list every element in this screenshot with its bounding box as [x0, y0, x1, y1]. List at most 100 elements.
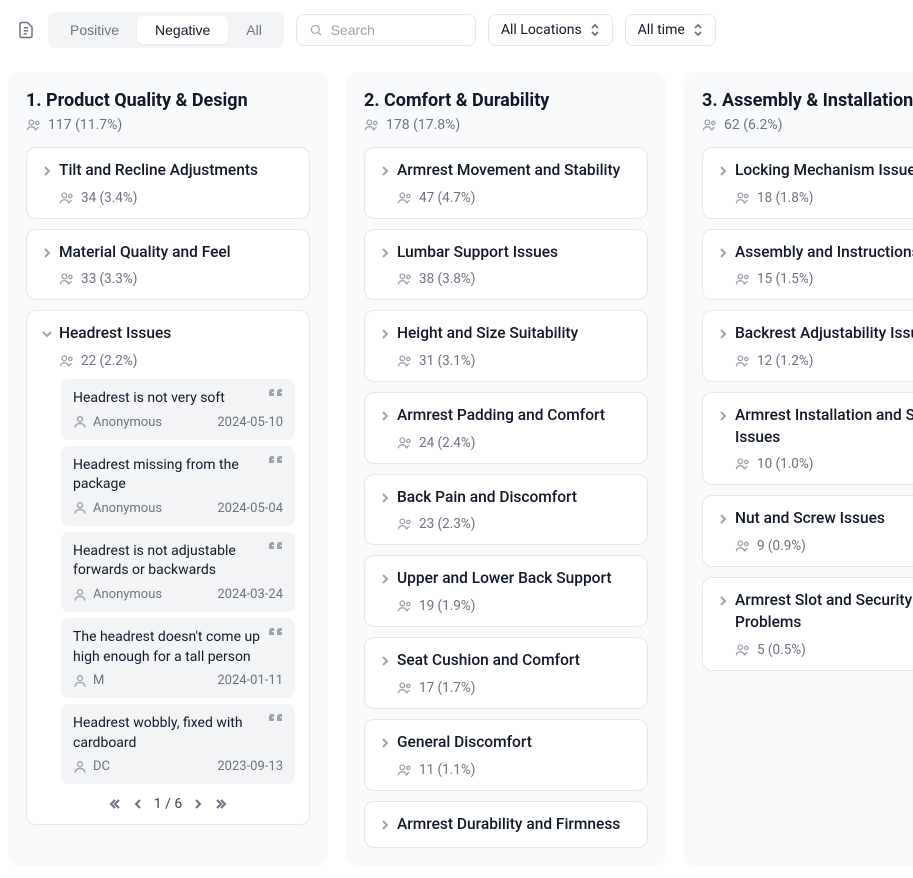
chevron-right-icon — [379, 410, 391, 422]
column-assembly-installation: 3. Assembly & Installation 62 (6.2%) Loc… — [684, 72, 913, 866]
topic-card[interactable]: Tilt and Recline Adjustments 34 (3.4%) — [26, 147, 310, 219]
topic-card[interactable]: Armrest Installation and Stability Issue… — [702, 392, 913, 485]
topic-stats: 19 (1.9%) — [397, 598, 633, 614]
chevron-right-icon — [379, 247, 391, 259]
feedback-item[interactable]: Headrest missing from the package Anonym… — [61, 446, 295, 526]
column-comfort-durability: 2. Comfort & Durability 178 (17.8%) Armr… — [346, 72, 666, 866]
people-icon — [397, 272, 413, 286]
tab-all[interactable]: All — [228, 16, 280, 44]
person-icon — [73, 674, 87, 688]
feedback-date: 2024-05-10 — [217, 415, 283, 430]
topic-title: Armrest Movement and Stability — [397, 160, 633, 182]
feedback-author: Anonymous — [73, 587, 162, 602]
topic-stats: 11 (1.1%) — [397, 762, 633, 778]
people-icon — [397, 517, 413, 531]
people-icon — [397, 354, 413, 368]
card-list: Locking Mechanism Issues 18 (1.8%) Assem… — [702, 147, 913, 671]
search-icon — [309, 22, 323, 38]
people-icon — [397, 599, 413, 613]
search-input[interactable] — [331, 22, 463, 38]
quote-icon — [269, 389, 283, 401]
topic-card[interactable]: Nut and Screw Issues 9 (0.9%) — [702, 495, 913, 567]
quote-icon — [269, 628, 283, 640]
columns-container: 1. Product Quality & Design 117 (11.7%) … — [8, 72, 905, 866]
topic-card-expanded[interactable]: Headrest Issues 22 (2.2%) Headrest is no… — [26, 310, 310, 825]
feedback-item[interactable]: Headrest is not very soft Anonymous 2024… — [61, 379, 295, 440]
person-icon — [73, 588, 87, 602]
quote-icon — [269, 542, 283, 554]
quote-icon — [269, 456, 283, 468]
topic-title: Locking Mechanism Issues — [735, 160, 913, 182]
chevron-right-icon — [379, 819, 391, 831]
topic-card[interactable]: Locking Mechanism Issues 18 (1.8%) — [702, 147, 913, 219]
topic-title: Material Quality and Feel — [59, 242, 295, 264]
feedback-item[interactable]: Headrest is not adjustable forwards or b… — [61, 532, 295, 612]
tab-negative[interactable]: Negative — [137, 16, 228, 44]
people-icon — [364, 118, 380, 132]
chevron-right-icon — [379, 573, 391, 585]
topic-card[interactable]: Assembly and Instructions 15 (1.5%) — [702, 229, 913, 301]
location-dropdown[interactable]: All Locations — [488, 14, 613, 46]
topic-card[interactable]: General Discomfort 11 (1.1%) — [364, 719, 648, 791]
people-icon — [26, 118, 42, 132]
people-icon — [397, 191, 413, 205]
tab-positive[interactable]: Positive — [52, 16, 137, 44]
feedback-text: Headrest is not adjustable forwards or b… — [73, 542, 261, 581]
topic-stats: 15 (1.5%) — [735, 271, 913, 287]
people-icon — [735, 272, 751, 286]
topic-card[interactable]: Height and Size Suitability 31 (3.1%) — [364, 310, 648, 382]
topic-stats: 33 (3.3%) — [59, 271, 295, 287]
page-first-button[interactable] — [108, 797, 122, 811]
people-icon — [702, 118, 718, 132]
topic-card[interactable]: Upper and Lower Back Support 19 (1.9%) — [364, 555, 648, 627]
feedback-date: 2024-05-04 — [217, 501, 283, 516]
topic-card[interactable]: Back Pain and Discomfort 23 (2.3%) — [364, 474, 648, 546]
chevron-updown-icon — [693, 23, 703, 37]
topic-card[interactable]: Armrest Slot and Security Problems 5 (0.… — [702, 577, 913, 670]
column-stats: 117 (11.7%) — [26, 117, 310, 133]
chevron-right-icon — [379, 492, 391, 504]
people-icon — [735, 191, 751, 205]
people-icon — [735, 539, 751, 553]
time-dropdown[interactable]: All time — [625, 14, 716, 46]
sentiment-tabs: Positive Negative All — [48, 12, 284, 48]
card-list: Armrest Movement and Stability 47 (4.7%)… — [364, 147, 648, 848]
chevrons-right-icon — [214, 797, 228, 811]
topic-card[interactable]: Armrest Padding and Comfort 24 (2.4%) — [364, 392, 648, 464]
feedback-author: Anonymous — [73, 501, 162, 516]
chevron-right-icon — [379, 737, 391, 749]
topic-title: Armrest Durability and Firmness — [397, 814, 633, 836]
topic-stats: 9 (0.9%) — [735, 538, 913, 554]
topic-card[interactable]: Backrest Adjustability Issues 12 (1.2%) — [702, 310, 913, 382]
page-indicator: 1 / 6 — [154, 796, 182, 812]
feedback-author: Anonymous — [73, 415, 162, 430]
feedback-item[interactable]: The headrest doesn't come up high enough… — [61, 618, 295, 698]
topic-card[interactable]: Material Quality and Feel 33 (3.3%) — [26, 229, 310, 301]
page-next-button[interactable] — [192, 798, 204, 810]
topic-stats: 5 (0.5%) — [735, 642, 913, 658]
location-dropdown-label: All Locations — [501, 22, 582, 38]
people-icon — [59, 354, 75, 368]
topic-card[interactable]: Lumbar Support Issues 38 (3.8%) — [364, 229, 648, 301]
card-list: Tilt and Recline Adjustments 34 (3.4%) M… — [26, 147, 310, 825]
people-icon — [397, 681, 413, 695]
topic-title: Armrest Slot and Security Problems — [735, 590, 913, 633]
topic-stats: 24 (2.4%) — [397, 435, 633, 451]
topic-card[interactable]: Armrest Movement and Stability 47 (4.7%) — [364, 147, 648, 219]
feedback-item[interactable]: Headrest wobbly, fixed with cardboard DC… — [61, 704, 295, 784]
topic-title: Height and Size Suitability — [397, 323, 633, 345]
search-field[interactable] — [296, 14, 476, 46]
page-prev-button[interactable] — [132, 798, 144, 810]
feedback-text: Headrest is not very soft — [73, 389, 261, 409]
pagination: 1 / 6 — [41, 796, 295, 812]
page-last-button[interactable] — [214, 797, 228, 811]
feedback-text: Headrest wobbly, fixed with cardboard — [73, 714, 261, 753]
chevron-right-icon — [717, 165, 729, 177]
topic-title: Tilt and Recline Adjustments — [59, 160, 295, 182]
topic-card[interactable]: Seat Cushion and Comfort 17 (1.7%) — [364, 637, 648, 709]
people-icon — [735, 643, 751, 657]
chevron-right-icon — [192, 798, 204, 810]
people-icon — [59, 272, 75, 286]
topic-card[interactable]: Armrest Durability and Firmness — [364, 801, 648, 849]
topic-stats: 23 (2.3%) — [397, 516, 633, 532]
